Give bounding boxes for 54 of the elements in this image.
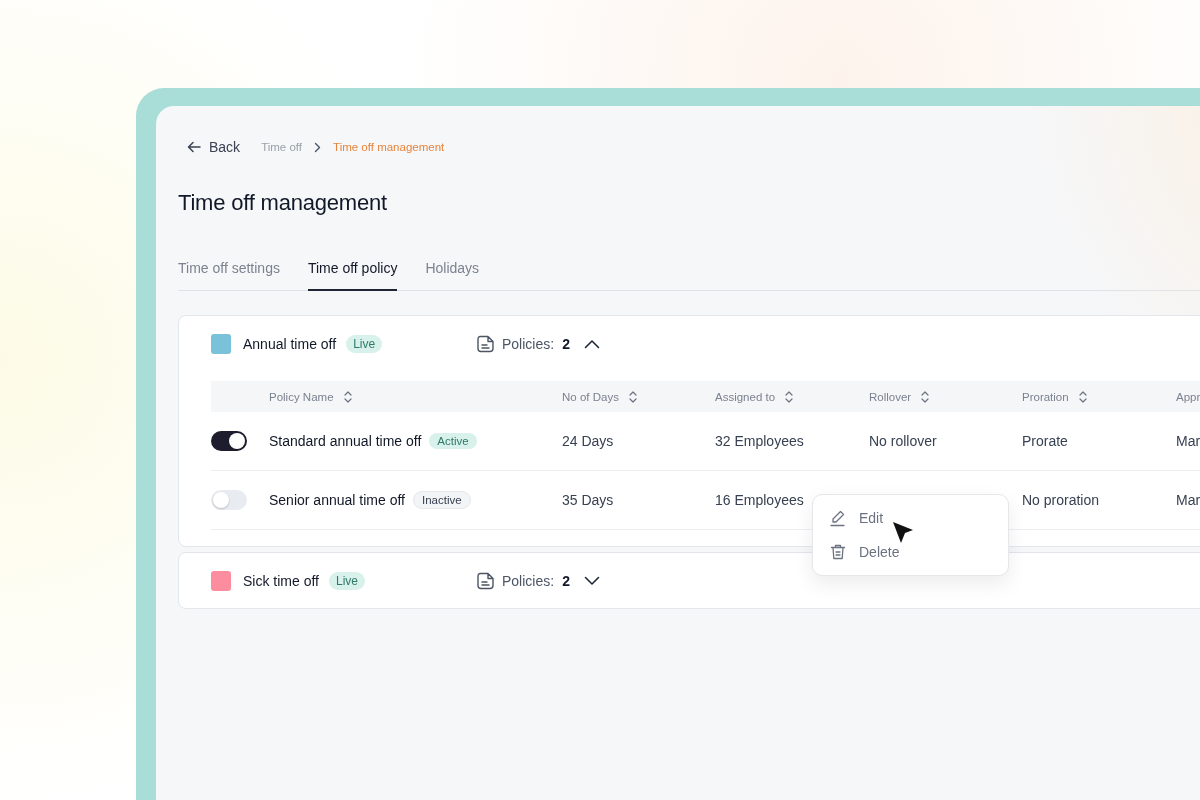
chevron-up-icon [583, 338, 600, 349]
back-button[interactable]: Back [178, 139, 241, 155]
back-arrow-icon [187, 141, 201, 153]
policy-name: Senior annual time off [269, 492, 405, 508]
expand-toggle[interactable] [583, 338, 600, 349]
table-cell: No proration [1022, 492, 1100, 508]
table-cell: Mar [1176, 433, 1200, 449]
tab[interactable]: Time off settings [178, 260, 280, 291]
chevron-down-icon [583, 575, 600, 586]
tab[interactable]: Holidays [425, 260, 480, 291]
menu-item[interactable]: Delete [829, 537, 992, 567]
table-cell: Mar [1176, 492, 1200, 508]
table-cell: No rollover [869, 433, 937, 449]
table-cell: 16 Employees [715, 492, 804, 508]
column-header[interactable]: Appr [1176, 390, 1200, 403]
toggle-switch[interactable] [211, 490, 247, 510]
chevron-right-icon [314, 141, 322, 153]
pencil-icon [829, 509, 847, 527]
policies-count: 2 [562, 335, 570, 352]
document-icon [476, 570, 496, 591]
group-name: Sick time off [243, 572, 319, 589]
table-cell: Prorate [1022, 433, 1068, 449]
column-header[interactable]: Policy Name [269, 390, 334, 403]
status-badge: Live [329, 571, 365, 590]
sort-icon[interactable] [628, 390, 637, 403]
column-header[interactable]: Proration [1022, 390, 1069, 403]
column-header[interactable]: Assigned to [715, 390, 776, 403]
breadcrumb-link[interactable]: Time off [261, 141, 303, 153]
mouse-pointer-icon [892, 521, 914, 545]
document-icon [476, 333, 496, 354]
table-cell: 32 Employees [715, 433, 804, 449]
sort-icon[interactable] [343, 390, 352, 403]
status-badge: Live [346, 334, 383, 353]
sort-icon[interactable] [921, 390, 930, 403]
status-badge: Active [429, 433, 477, 449]
policies-count: 2 [562, 572, 570, 589]
policies-label: Policies: [502, 335, 555, 352]
policies-label: Policies: [502, 572, 555, 589]
table-cell: 35 Days [562, 492, 614, 508]
page-title: Time off management [178, 190, 388, 216]
menu-item[interactable]: Edit [829, 503, 992, 533]
expand-toggle[interactable] [583, 575, 600, 586]
group-name: Annual time off [243, 335, 337, 352]
column-header[interactable]: Rollover [869, 390, 912, 403]
column-header[interactable]: No of Days [562, 390, 619, 403]
trash-icon [829, 543, 847, 561]
toggle-switch[interactable] [211, 431, 247, 451]
policy-name: Standard annual time off [269, 433, 422, 449]
status-badge: Inactive [412, 491, 471, 509]
table-cell: 24 Days [562, 433, 614, 449]
sort-icon[interactable] [1078, 390, 1087, 403]
breadcrumb-link[interactable]: Time off management [333, 141, 445, 153]
sort-icon[interactable] [785, 390, 794, 403]
tab[interactable]: Time off policy [307, 260, 398, 291]
